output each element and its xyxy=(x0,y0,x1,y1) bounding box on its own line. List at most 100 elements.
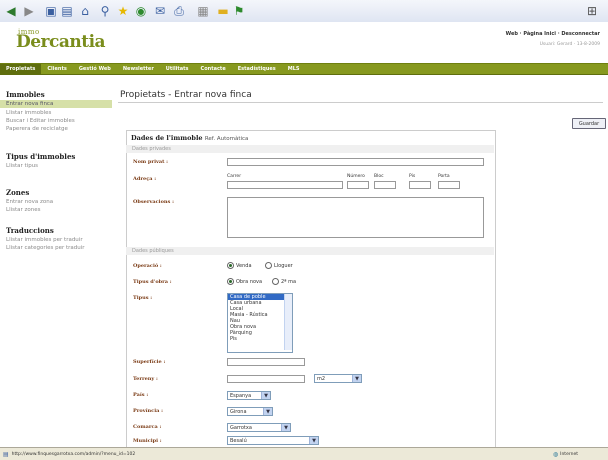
carrer-label: Carrer xyxy=(227,174,242,179)
sidebar-item-buscar-editar[interactable]: Buscar i Editar immobles xyxy=(6,118,75,124)
nav-clients[interactable]: Clients xyxy=(41,64,72,74)
municipi-value: Besalú xyxy=(230,437,247,444)
status-zone: ◍ Internet xyxy=(553,451,578,458)
status-zone-text: Internet xyxy=(560,451,578,457)
bloc-label: Bloc xyxy=(374,174,384,179)
nav-estadistiques[interactable]: Estadístiques xyxy=(232,64,282,74)
stop-icon[interactable]: ▣ xyxy=(44,3,58,19)
pais-label: País : xyxy=(133,392,149,398)
sidebar-item-llistar-zones[interactable]: Llistar zones xyxy=(6,207,41,213)
provincia-select[interactable]: Girona ▼ xyxy=(227,407,273,416)
form-title: Dades de l'immoble Ref. Automàtica xyxy=(131,134,248,142)
edit-icon[interactable]: ▦ xyxy=(196,3,210,19)
nom-privat-label: Nom privat : xyxy=(133,159,169,165)
sidebar-item-llistar-tipus[interactable]: Llistar tipus xyxy=(6,163,38,169)
pais-select[interactable]: Espanya ▼ xyxy=(227,391,271,400)
radio-venda[interactable]: Venda xyxy=(227,262,252,269)
radio-obra-nova-circle[interactable] xyxy=(227,278,234,285)
terreny-input[interactable] xyxy=(227,375,305,383)
save-button[interactable]: Guardar xyxy=(572,118,606,129)
sidebar-item-entrar-zona[interactable]: Entrar nova zona xyxy=(6,199,53,205)
nav-gestio-web[interactable]: Gestió Web xyxy=(73,64,117,74)
terreny-unit-select[interactable]: m2 ▼ xyxy=(314,374,362,383)
sidebar-item-traduir-immobles[interactable]: Llistar immobles per traduir xyxy=(6,237,83,243)
sidebar-heading-traduccions: Traduccions xyxy=(6,226,54,235)
print-icon[interactable]: ⎙ xyxy=(172,3,186,19)
superficie-input[interactable] xyxy=(227,358,305,366)
provincia-label: Província : xyxy=(133,408,163,414)
sidebar xyxy=(0,77,112,447)
radio-lloguer-circle[interactable] xyxy=(265,262,272,269)
chevron-down-icon[interactable]: ▼ xyxy=(281,424,290,431)
sidebar-item-paperera[interactable]: Paperera de reciclatge xyxy=(6,126,68,132)
ref-label: Ref. Automàtica xyxy=(204,136,249,142)
home-icon[interactable]: ⌂ xyxy=(78,3,92,19)
tipus-label: Tipus : xyxy=(133,295,153,301)
tipus-listbox[interactable]: Casa de poble Casa urbana Local Masia - … xyxy=(227,293,293,353)
radio-venda-circle[interactable] xyxy=(227,262,234,269)
municipi-select[interactable]: Besalú ▼ xyxy=(227,436,319,445)
browser-statusbar: ▤ http://www.finquesgarrotxa.com/admin/?… xyxy=(0,447,608,460)
sidebar-heading-zones: Zones xyxy=(6,188,30,197)
forward-icon[interactable]: ▶ xyxy=(22,3,36,19)
main-nav: Propietats Clients Gestió Web Newsletter… xyxy=(0,63,608,75)
top-links[interactable]: Web · Pàgina Inici · Desconnectar xyxy=(506,31,600,37)
porta-input[interactable] xyxy=(438,181,460,189)
nav-utilitats[interactable]: Utilitats xyxy=(160,64,195,74)
observacions-textarea[interactable] xyxy=(227,197,484,238)
chevron-down-icon[interactable]: ▼ xyxy=(352,375,361,382)
search-icon[interactable]: ⚲ xyxy=(98,3,112,19)
pis-label: Pis xyxy=(409,174,416,179)
sidebar-item-entrar-nova-finca[interactable]: Entrar nova finca xyxy=(6,101,53,107)
porta-label: Porta xyxy=(438,174,450,179)
radio-lloguer[interactable]: Lloguer xyxy=(265,262,293,269)
terreny-label: Terreny : xyxy=(133,376,158,382)
nav-newsletter[interactable]: Newsletter xyxy=(117,64,160,74)
operacio-label: Operació : xyxy=(133,263,162,269)
globe-icon: ◍ xyxy=(552,450,559,458)
sidebar-item-llistar-immobles[interactable]: Llistar immobles xyxy=(6,110,51,116)
radio-segona-ma[interactable]: 2ª ma xyxy=(272,278,296,285)
pis-input[interactable] xyxy=(409,181,431,189)
terreny-unit-value: m2 xyxy=(317,375,326,382)
chevron-down-icon[interactable]: ▼ xyxy=(309,437,318,444)
radio-obra-nova-label: Obra nova xyxy=(236,278,263,285)
history-icon[interactable]: ◉ xyxy=(134,3,148,19)
back-icon[interactable]: ◀ xyxy=(3,3,19,19)
listbox-scrollbar[interactable] xyxy=(284,294,292,350)
numero-input[interactable] xyxy=(347,181,369,189)
browser-toolbar: ◀ ▶ ▣ ▤ ⌂ ⚲ ★ ◉ ✉ ⎙ ▦ ▬ ⚑ ⊞ xyxy=(0,0,608,23)
section-private: Dades privades xyxy=(126,145,494,153)
messenger-icon[interactable]: ⚑ xyxy=(232,3,246,19)
numero-label: Número xyxy=(347,174,365,179)
bloc-input[interactable] xyxy=(374,181,396,189)
sidebar-heading-immobles: Immobles xyxy=(6,90,45,99)
refresh-icon[interactable]: ▤ xyxy=(60,3,74,19)
pais-value: Espanya xyxy=(230,392,252,399)
mail-icon[interactable]: ✉ xyxy=(152,3,168,19)
observacions-label: Observacions : xyxy=(133,199,174,205)
tipus-option[interactable]: Pis xyxy=(228,336,292,342)
comarca-label: Comarca : xyxy=(133,424,162,430)
nav-mls[interactable]: MLS xyxy=(282,64,306,74)
nav-contacte[interactable]: Contacte xyxy=(195,64,232,74)
chevron-down-icon[interactable]: ▼ xyxy=(263,408,272,415)
favorites-icon[interactable]: ★ xyxy=(116,3,130,19)
sidebar-item-traduir-categories[interactable]: Llistar categories per traduir xyxy=(6,245,85,251)
carrer-input[interactable] xyxy=(227,181,343,189)
form-title-text: Dades de l'immoble xyxy=(131,134,203,142)
title-divider xyxy=(118,102,603,103)
logo-text: Dercantia xyxy=(16,32,106,52)
folder-icon[interactable]: ▬ xyxy=(216,3,230,19)
radio-segona-ma-circle[interactable] xyxy=(272,278,279,285)
radio-segona-ma-label: 2ª ma xyxy=(281,278,297,285)
chevron-down-icon[interactable]: ▼ xyxy=(261,392,270,399)
windows-logo-icon: ⊞ xyxy=(586,4,598,18)
comarca-select[interactable]: Garrotxa ▼ xyxy=(227,423,291,432)
nom-privat-input[interactable] xyxy=(227,158,484,166)
section-public: Dades públiques xyxy=(126,247,494,255)
radio-venda-label: Venda xyxy=(236,262,252,269)
nav-propietats[interactable]: Propietats xyxy=(0,64,42,74)
tipus-obra-label: Tipus d'obra : xyxy=(133,279,172,285)
radio-obra-nova[interactable]: Obra nova xyxy=(227,278,262,285)
